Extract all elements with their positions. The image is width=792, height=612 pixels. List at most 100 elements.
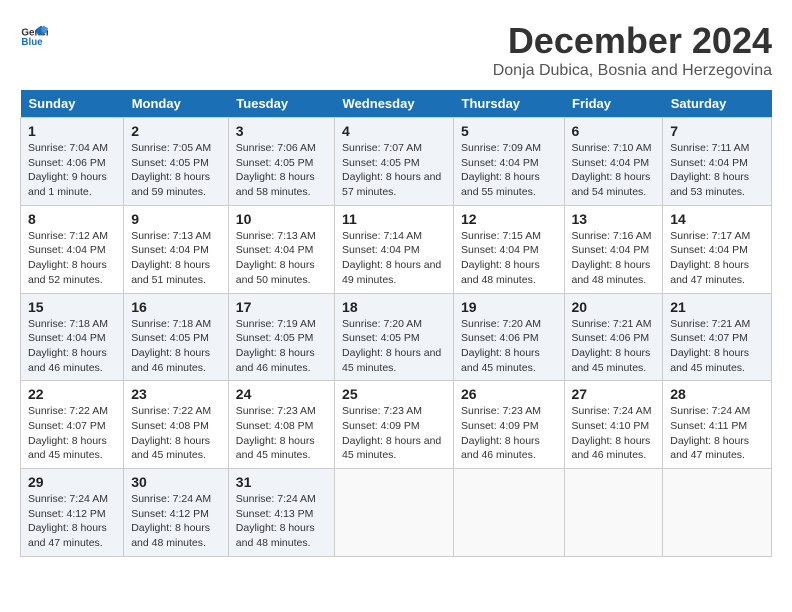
day-cell: 22 Sunrise: 7:22 AM Sunset: 4:07 PM Dayli… xyxy=(21,381,124,469)
day-info: Sunrise: 7:07 AM Sunset: 4:05 PM Dayligh… xyxy=(342,141,446,200)
day-cell: 3Sunrise: 7:06 AM Sunset: 4:05 PM Daylig… xyxy=(228,118,334,206)
day-info: Sunrise: 7:15 AM Sunset: 4:04 PM Dayligh… xyxy=(461,229,556,288)
day-cell: 19Sunrise: 7:20 AM Sunset: 4:06 PM Dayli… xyxy=(454,293,564,381)
day-cell: 20 Sunrise: 7:21 AM Sunset: 4:06 PM Dayli… xyxy=(564,293,663,381)
day-cell: 31Sunrise: 7:24 AM Sunset: 4:13 PM Dayli… xyxy=(228,469,334,557)
day-number: 11 xyxy=(342,211,446,227)
day-info: Sunrise: 7:13 AM Sunset: 4:04 PM Dayligh… xyxy=(236,229,327,288)
day-info: Sunrise: 7:21 AM Sunset: 4:07 PM Dayligh… xyxy=(670,317,764,376)
svg-text:Blue: Blue xyxy=(21,37,43,48)
day-info: Sunrise: 7:20 AM Sunset: 4:05 PM Dayligh… xyxy=(342,317,446,376)
day-header-wednesday: Wednesday xyxy=(335,90,454,118)
day-cell: 8 Sunrise: 7:12 AM Sunset: 4:04 PM Daylig… xyxy=(21,205,124,293)
day-number: 5 xyxy=(461,123,556,139)
day-number: 7 xyxy=(670,123,764,139)
day-header-thursday: Thursday xyxy=(454,90,564,118)
day-info: Sunrise: 7:23 AM Sunset: 4:09 PM Dayligh… xyxy=(461,404,556,463)
day-cell: 29 Sunrise: 7:24 AM Sunset: 4:12 PM Dayli… xyxy=(21,469,124,557)
day-info: Sunrise: 7:22 AM Sunset: 4:07 PM Dayligh… xyxy=(28,404,116,463)
day-cell: 7 Sunrise: 7:11 AM Sunset: 4:04 PM Daylig… xyxy=(663,118,772,206)
day-info: Sunrise: 7:06 AM Sunset: 4:05 PM Dayligh… xyxy=(236,141,327,200)
calendar-table: SundayMondayTuesdayWednesdayThursdayFrid… xyxy=(20,90,772,557)
day-cell: 11 Sunrise: 7:14 AM Sunset: 4:04 PM Dayli… xyxy=(335,205,454,293)
day-info: Sunrise: 7:23 AM Sunset: 4:09 PM Dayligh… xyxy=(342,404,446,463)
day-info: Sunrise: 7:24 AM Sunset: 4:10 PM Dayligh… xyxy=(572,404,656,463)
day-number: 29 xyxy=(28,474,116,490)
day-cell: 12 Sunrise: 7:15 AM Sunset: 4:04 PM Dayli… xyxy=(454,205,564,293)
week-row-4: 22 Sunrise: 7:22 AM Sunset: 4:07 PM Dayli… xyxy=(21,381,772,469)
day-cell: 21 Sunrise: 7:21 AM Sunset: 4:07 PM Dayli… xyxy=(663,293,772,381)
day-number: 24 xyxy=(236,386,327,402)
day-info: Sunrise: 7:17 AM Sunset: 4:04 PM Dayligh… xyxy=(670,229,764,288)
week-row-1: 1 Sunrise: 7:04 AM Sunset: 4:06 PM Daylig… xyxy=(21,118,772,206)
day-number: 28 xyxy=(670,386,764,402)
day-cell xyxy=(564,469,663,557)
day-header-monday: Monday xyxy=(124,90,229,118)
day-info: Sunrise: 7:21 AM Sunset: 4:06 PM Dayligh… xyxy=(572,317,656,376)
day-info: Sunrise: 7:24 AM Sunset: 4:11 PM Dayligh… xyxy=(670,404,764,463)
day-number: 10 xyxy=(236,211,327,227)
day-info: Sunrise: 7:23 AM Sunset: 4:08 PM Dayligh… xyxy=(236,404,327,463)
day-number: 19 xyxy=(461,299,556,315)
day-info: Sunrise: 7:09 AM Sunset: 4:04 PM Dayligh… xyxy=(461,141,556,200)
day-number: 8 xyxy=(28,211,116,227)
day-number: 13 xyxy=(572,211,656,227)
day-cell: 4 Sunrise: 7:07 AM Sunset: 4:05 PM Daylig… xyxy=(335,118,454,206)
day-header-tuesday: Tuesday xyxy=(228,90,334,118)
subtitle: Donja Dubica, Bosnia and Herzegovina xyxy=(493,62,772,80)
main-title: December 2024 xyxy=(493,20,772,62)
day-info: Sunrise: 7:11 AM Sunset: 4:04 PM Dayligh… xyxy=(670,141,764,200)
day-number: 31 xyxy=(236,474,327,490)
day-info: Sunrise: 7:24 AM Sunset: 4:12 PM Dayligh… xyxy=(131,492,221,551)
day-cell: 18 Sunrise: 7:20 AM Sunset: 4:05 PM Dayli… xyxy=(335,293,454,381)
day-number: 23 xyxy=(131,386,221,402)
day-info: Sunrise: 7:14 AM Sunset: 4:04 PM Dayligh… xyxy=(342,229,446,288)
day-number: 25 xyxy=(342,386,446,402)
logo-icon: General Blue xyxy=(20,20,48,48)
day-number: 4 xyxy=(342,123,446,139)
day-info: Sunrise: 7:05 AM Sunset: 4:05 PM Dayligh… xyxy=(131,141,221,200)
week-row-3: 15 Sunrise: 7:18 AM Sunset: 4:04 PM Dayli… xyxy=(21,293,772,381)
day-number: 14 xyxy=(670,211,764,227)
day-cell: 26 Sunrise: 7:23 AM Sunset: 4:09 PM Dayli… xyxy=(454,381,564,469)
day-info: Sunrise: 7:18 AM Sunset: 4:05 PM Dayligh… xyxy=(131,317,221,376)
day-cell: 2 Sunrise: 7:05 AM Sunset: 4:05 PM Daylig… xyxy=(124,118,229,206)
day-info: Sunrise: 7:12 AM Sunset: 4:04 PM Dayligh… xyxy=(28,229,116,288)
day-number: 15 xyxy=(28,299,116,315)
day-info: Sunrise: 7:16 AM Sunset: 4:04 PM Dayligh… xyxy=(572,229,656,288)
day-info: Sunrise: 7:24 AM Sunset: 4:12 PM Dayligh… xyxy=(28,492,116,551)
day-info: Sunrise: 7:19 AM Sunset: 4:05 PM Dayligh… xyxy=(236,317,327,376)
day-cell: 25 Sunrise: 7:23 AM Sunset: 4:09 PM Dayli… xyxy=(335,381,454,469)
day-header-sunday: Sunday xyxy=(21,90,124,118)
day-cell: 5 Sunrise: 7:09 AM Sunset: 4:04 PM Daylig… xyxy=(454,118,564,206)
day-cell: 10 Sunrise: 7:13 AM Sunset: 4:04 PM Dayli… xyxy=(228,205,334,293)
day-number: 12 xyxy=(461,211,556,227)
day-number: 6 xyxy=(572,123,656,139)
day-cell: 15 Sunrise: 7:18 AM Sunset: 4:04 PM Dayli… xyxy=(21,293,124,381)
header: General Blue December 2024 Donja Dubica,… xyxy=(20,20,772,80)
day-info: Sunrise: 7:22 AM Sunset: 4:08 PM Dayligh… xyxy=(131,404,221,463)
day-cell: 17 Sunrise: 7:19 AM Sunset: 4:05 PM Dayli… xyxy=(228,293,334,381)
day-cell: 14 Sunrise: 7:17 AM Sunset: 4:04 PM Dayli… xyxy=(663,205,772,293)
day-number: 21 xyxy=(670,299,764,315)
day-cell: 16Sunrise: 7:18 AM Sunset: 4:05 PM Dayli… xyxy=(124,293,229,381)
day-number: 20 xyxy=(572,299,656,315)
day-info: Sunrise: 7:04 AM Sunset: 4:06 PM Dayligh… xyxy=(28,141,116,200)
day-cell: 6Sunrise: 7:10 AM Sunset: 4:04 PM Daylig… xyxy=(564,118,663,206)
day-info: Sunrise: 7:13 AM Sunset: 4:04 PM Dayligh… xyxy=(131,229,221,288)
day-number: 18 xyxy=(342,299,446,315)
day-number: 27 xyxy=(572,386,656,402)
day-cell: 28 Sunrise: 7:24 AM Sunset: 4:11 PM Dayli… xyxy=(663,381,772,469)
day-number: 2 xyxy=(131,123,221,139)
day-number: 26 xyxy=(461,386,556,402)
day-number: 30 xyxy=(131,474,221,490)
day-header-saturday: Saturday xyxy=(663,90,772,118)
day-number: 22 xyxy=(28,386,116,402)
day-number: 17 xyxy=(236,299,327,315)
day-header-friday: Friday xyxy=(564,90,663,118)
day-cell xyxy=(663,469,772,557)
day-cell: 24 Sunrise: 7:23 AM Sunset: 4:08 PM Dayli… xyxy=(228,381,334,469)
day-number: 1 xyxy=(28,123,116,139)
day-info: Sunrise: 7:18 AM Sunset: 4:04 PM Dayligh… xyxy=(28,317,116,376)
day-cell: 30 Sunrise: 7:24 AM Sunset: 4:12 PM Dayli… xyxy=(124,469,229,557)
